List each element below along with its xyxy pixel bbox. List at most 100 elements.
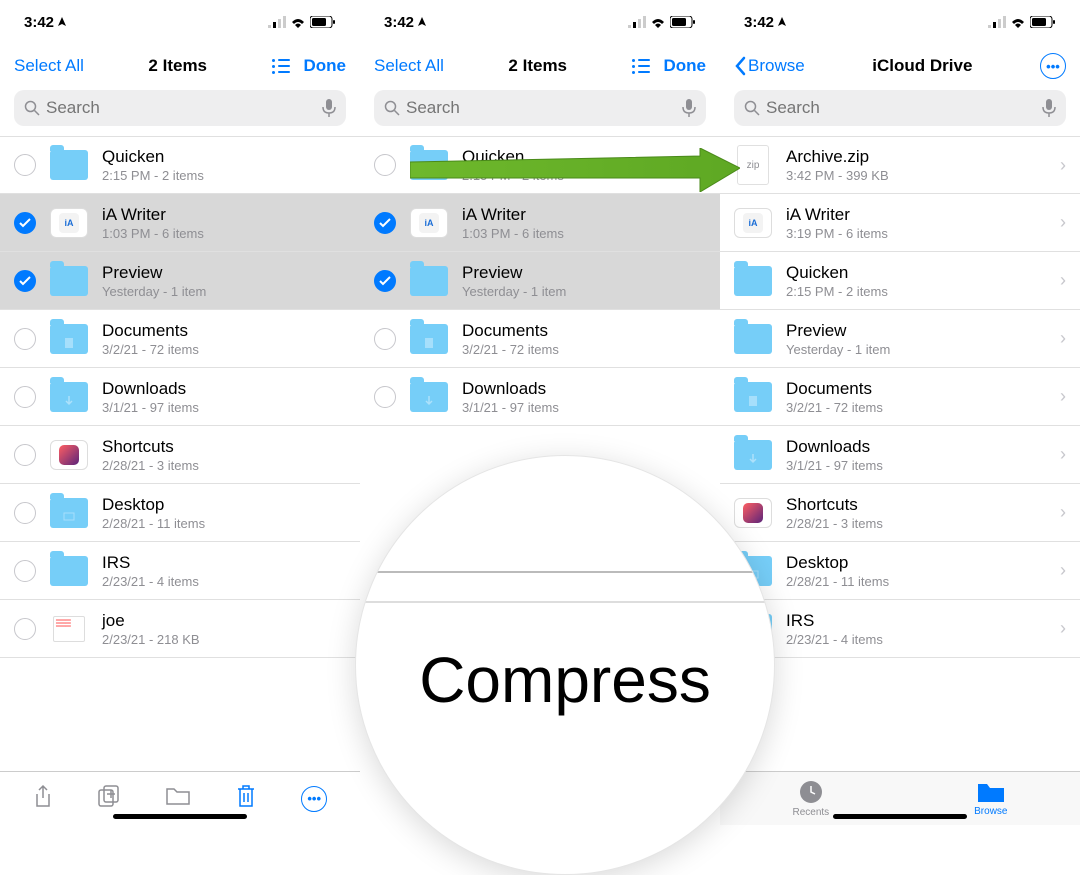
folder-icon: [50, 150, 88, 180]
checkbox[interactable]: [14, 270, 36, 292]
list-item[interactable]: Documents3/2/21 - 72 items›: [720, 368, 1080, 426]
list-item[interactable]: Downloads3/1/21 - 97 items: [0, 368, 360, 426]
share-button[interactable]: [33, 784, 53, 813]
list-item[interactable]: Quicken2:15 PM - 2 items›: [720, 252, 1080, 310]
search-bar[interactable]: [374, 90, 706, 126]
list-item[interactable]: Documents3/2/21 - 72 items: [360, 310, 720, 368]
checkbox[interactable]: [14, 560, 36, 582]
nav-title: 2 Items: [148, 56, 207, 76]
list-item[interactable]: Desktop2/28/21 - 11 items: [0, 484, 360, 542]
checkbox[interactable]: [14, 212, 36, 234]
item-name: Documents: [102, 321, 346, 341]
checkbox[interactable]: [14, 618, 36, 640]
folder-icon: [734, 266, 772, 296]
item-meta: 1:03 PM - 6 items: [102, 226, 346, 241]
checkbox[interactable]: [374, 328, 396, 350]
folder-icon: [50, 266, 88, 296]
list-item[interactable]: Shortcuts2/28/21 - 3 items›: [720, 484, 1080, 542]
duplicate-button[interactable]: [98, 785, 120, 812]
checkbox[interactable]: [374, 212, 396, 234]
item-name: joe: [102, 611, 346, 631]
item-meta: 3/1/21 - 97 items: [102, 400, 346, 415]
app-icon: iA: [50, 208, 88, 238]
list-item[interactable]: Documents3/2/21 - 72 items: [0, 310, 360, 368]
item-meta: Yesterday - 1 item: [102, 284, 346, 299]
item-meta: 2/23/21 - 4 items: [786, 632, 1046, 647]
list-item[interactable]: Downloads3/1/21 - 97 items: [360, 368, 720, 426]
wifi-icon: [290, 16, 306, 28]
list-item[interactable]: PreviewYesterday - 1 item: [360, 252, 720, 310]
checkbox[interactable]: [374, 270, 396, 292]
search-input[interactable]: [46, 98, 316, 118]
search-bar[interactable]: [14, 90, 346, 126]
search-bar[interactable]: [734, 90, 1066, 126]
item-name: Archive.zip: [786, 147, 1046, 167]
tab-recents[interactable]: Recents: [792, 779, 829, 818]
item-meta: 3/2/21 - 72 items: [102, 342, 346, 357]
signal-icon: [268, 16, 286, 28]
list-item[interactable]: zipArchive.zip3:42 PM - 399 KB›: [720, 136, 1080, 194]
chevron-right-icon: ›: [1060, 618, 1066, 639]
more-button[interactable]: •••: [1040, 53, 1066, 79]
checkbox[interactable]: [14, 328, 36, 350]
annotation-arrow-icon: [410, 148, 740, 192]
item-meta: 2/28/21 - 11 items: [102, 516, 346, 531]
status-time: 3:42: [384, 14, 427, 31]
mic-icon[interactable]: [322, 99, 336, 117]
search-input[interactable]: [406, 98, 676, 118]
nav-bar: Browse iCloud Drive •••: [720, 44, 1080, 88]
done-button[interactable]: Done: [304, 56, 347, 76]
back-button[interactable]: Browse: [734, 56, 805, 76]
list-item[interactable]: PreviewYesterday - 1 item›: [720, 310, 1080, 368]
list-item[interactable]: Shortcuts2/28/21 - 3 items: [0, 426, 360, 484]
search-icon: [24, 100, 40, 116]
item-name: Shortcuts: [102, 437, 346, 457]
checkbox[interactable]: [374, 386, 396, 408]
select-all-button[interactable]: Select All: [374, 56, 444, 76]
compress-label[interactable]: Compress: [419, 643, 711, 717]
more-button[interactable]: •••: [301, 786, 327, 812]
nav-bar: Select All 2 Items Done: [0, 44, 360, 88]
list-item[interactable]: PreviewYesterday - 1 item: [0, 252, 360, 310]
list-item[interactable]: Downloads3/1/21 - 97 items›: [720, 426, 1080, 484]
checkbox[interactable]: [14, 386, 36, 408]
done-button[interactable]: Done: [664, 56, 707, 76]
checkbox[interactable]: [374, 154, 396, 176]
nav-title: iCloud Drive: [872, 56, 972, 76]
tab-browse[interactable]: Browse: [974, 780, 1007, 817]
folder-icon: [50, 324, 88, 354]
app-icon: [734, 498, 772, 528]
list-item[interactable]: IRS2/23/21 - 4 items: [0, 542, 360, 600]
select-all-button[interactable]: Select All: [14, 56, 84, 76]
mic-icon[interactable]: [1042, 99, 1056, 117]
list-item[interactable]: iAiA Writer3:19 PM - 6 items›: [720, 194, 1080, 252]
list-item[interactable]: Quicken2:15 PM - 2 items: [0, 136, 360, 194]
item-name: Preview: [462, 263, 706, 283]
list-item[interactable]: ═════════joe2/23/21 - 218 KB: [0, 600, 360, 658]
item-meta: 2:15 PM - 2 items: [786, 284, 1046, 299]
item-meta: Yesterday - 1 item: [786, 342, 1046, 357]
nav-bar: Select All 2 Items Done: [360, 44, 720, 88]
zip-icon: zip: [737, 145, 769, 185]
item-meta: 3/1/21 - 97 items: [786, 458, 1046, 473]
item-meta: 3:42 PM - 399 KB: [786, 168, 1046, 183]
checkbox[interactable]: [14, 444, 36, 466]
list-item[interactable]: Desktop2/28/21 - 11 items›: [720, 542, 1080, 600]
item-name: Documents: [462, 321, 706, 341]
checkbox[interactable]: [14, 502, 36, 524]
move-button[interactable]: [166, 786, 190, 811]
mic-icon[interactable]: [682, 99, 696, 117]
folder-icon: [410, 324, 448, 354]
delete-button[interactable]: [236, 784, 256, 813]
view-list-button[interactable]: [632, 59, 650, 74]
list-item[interactable]: iAiA Writer1:03 PM - 6 items: [0, 194, 360, 252]
signal-icon: [628, 16, 646, 28]
checkbox[interactable]: [14, 154, 36, 176]
status-icons: [268, 16, 336, 28]
view-list-button[interactable]: [272, 59, 290, 74]
item-name: iA Writer: [786, 205, 1046, 225]
item-name: Quicken: [102, 147, 346, 167]
folder-icon: [50, 556, 88, 586]
search-input[interactable]: [766, 98, 1036, 118]
list-item[interactable]: iAiA Writer1:03 PM - 6 items: [360, 194, 720, 252]
